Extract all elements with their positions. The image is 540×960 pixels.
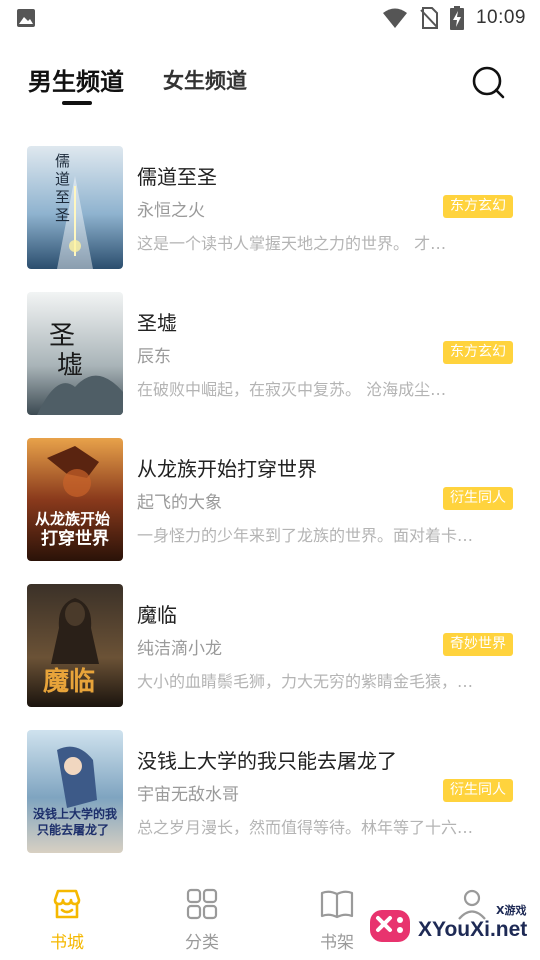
watermark-small-text: X游戏 [496, 904, 527, 917]
book-author: 起飞的大象 [137, 493, 222, 513]
book-title: 从龙族开始打穿世界 [137, 457, 317, 481]
book-description: 在破败中崛起，在寂灭中复苏。 沧海成尘… [137, 380, 447, 399]
no-sim-icon [420, 7, 438, 29]
svg-text:打穿世界: 打穿世界 [41, 528, 109, 549]
watermark-text: XYouXi.net [418, 918, 528, 941]
book-item[interactable]: 从龙族开始 打穿世界 从龙族开始打穿世界 起飞的大象 衍生同人 一身怪力的少年来… [0, 432, 540, 578]
nav-item-category[interactable]: 分类 [162, 886, 242, 956]
book-description: 总之岁月漫长，然而值得等待。林年等了十六… [137, 818, 474, 837]
book-author: 宇宙无敌水哥 [137, 785, 239, 805]
status-bar: 10:09 [0, 0, 540, 36]
book-cover: 儒 道 至 圣 [27, 146, 123, 269]
book-author: 辰东 [137, 347, 171, 367]
watermark: X游戏 XYouXi.net [362, 896, 540, 960]
svg-text:魔临: 魔临 [43, 666, 95, 697]
book-item[interactable]: 魔临 魔临 纯洁滴小龙 奇妙世界 大小的血睛鬃毛狮，力大无穷的紫睛金毛猿，… [0, 578, 540, 724]
book-author: 纯洁滴小龙 [137, 639, 222, 659]
svg-text:墟: 墟 [57, 351, 83, 381]
svg-text:至: 至 [55, 188, 70, 206]
book-title: 没钱上大学的我只能去屠龙了 [137, 749, 397, 773]
book-description: 大小的血睛鬃毛狮，力大无穷的紫睛金毛猿，… [137, 672, 474, 691]
book-open-icon [320, 890, 354, 919]
book-cover: 从龙族开始 打穿世界 [27, 438, 123, 561]
book-cover: 魔临 [27, 584, 123, 707]
gamepad-logo-icon [370, 910, 410, 942]
book-cover: 圣 墟 [27, 292, 123, 415]
book-list: 儒 道 至 圣 儒道至圣 永恒之火 东方玄幻 这是一个读书人掌握天地之力的世界。… [0, 140, 540, 870]
genre-tag: 奇妙世界 [443, 633, 513, 656]
book-author: 永恒之火 [137, 201, 205, 221]
book-title: 儒道至圣 [137, 165, 217, 189]
wifi-icon [382, 8, 407, 28]
store-icon [53, 889, 81, 919]
svg-text:圣: 圣 [55, 206, 70, 224]
book-cover: 没钱上大学的我 只能去屠龙了 [27, 730, 123, 853]
image-icon [17, 9, 35, 27]
svg-text:没钱上大学的我: 没钱上大学的我 [33, 806, 117, 821]
tab-male-channel[interactable]: 男生频道 [28, 62, 124, 97]
book-item[interactable]: 圣 墟 圣墟 辰东 东方玄幻 在破败中崛起，在寂灭中复苏。 沧海成尘… [0, 286, 540, 432]
book-title: 圣墟 [137, 311, 177, 335]
book-description: 这是一个读书人掌握天地之力的世界。 才… [137, 234, 447, 253]
genre-tag: 衍生同人 [443, 487, 513, 510]
svg-text:圣: 圣 [49, 321, 75, 351]
svg-text:只能去屠龙了: 只能去屠龙了 [37, 822, 109, 837]
active-tab-indicator [62, 101, 92, 105]
genre-tag: 衍生同人 [443, 779, 513, 802]
search-icon [472, 66, 505, 99]
nav-item-bookstore[interactable]: 书城 [27, 886, 107, 956]
battery-charging-icon [449, 6, 464, 30]
svg-text:从龙族开始: 从龙族开始 [35, 510, 110, 528]
book-item[interactable]: 儒 道 至 圣 儒道至圣 永恒之火 东方玄幻 这是一个读书人掌握天地之力的世界。… [0, 140, 540, 286]
svg-text:道: 道 [55, 170, 70, 188]
book-description: 一身怪力的少年来到了龙族的世界。面对着卡… [137, 526, 474, 545]
nav-label: 分类 [185, 933, 219, 953]
status-time: 10:09 [475, 7, 526, 28]
svg-text:儒: 儒 [55, 152, 70, 170]
search-button[interactable] [470, 64, 506, 100]
tab-female-channel[interactable]: 女生频道 [163, 65, 247, 95]
nav-label: 书城 [50, 933, 84, 953]
grid-icon [186, 888, 218, 920]
genre-tag: 东方玄幻 [443, 195, 513, 218]
book-item[interactable]: 没钱上大学的我 只能去屠龙了 没钱上大学的我只能去屠龙了 宇宙无敌水哥 衍生同人… [0, 724, 540, 870]
book-title: 魔临 [137, 603, 177, 627]
genre-tag: 东方玄幻 [443, 341, 513, 364]
